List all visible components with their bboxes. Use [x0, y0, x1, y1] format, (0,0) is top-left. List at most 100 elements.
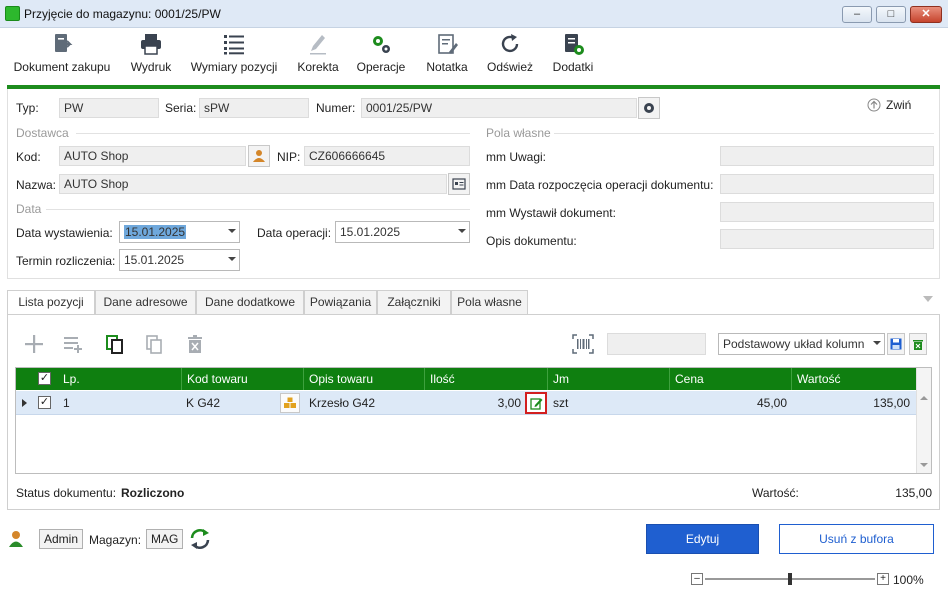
tabs-overflow-icon[interactable]	[923, 296, 933, 302]
scroll-up-icon[interactable]	[920, 396, 928, 400]
toolbar-korekta-label: Korekta	[297, 60, 339, 74]
toolbar-operacje-label: Operacje	[356, 60, 406, 74]
nazwa-card-button[interactable]	[448, 173, 470, 195]
product-lookup-button[interactable]	[280, 393, 300, 413]
data-operacji-field[interactable]: 15.01.2025	[335, 221, 470, 243]
toolbar-korekta-button[interactable]: Korekta	[292, 28, 344, 83]
numer-field[interactable]: 0001/25/PW	[361, 98, 637, 118]
kod-field[interactable]: AUTO Shop	[59, 146, 246, 166]
pole-data-rozpoczecia-field[interactable]	[720, 174, 934, 194]
cell-lp: 1	[63, 396, 70, 410]
termin-rozliczenia-field[interactable]: 15.01.2025	[119, 249, 240, 271]
numer-label: Numer:	[316, 101, 356, 115]
nazwa-field[interactable]: AUTO Shop	[59, 174, 447, 194]
zoom-slider-thumb[interactable]	[788, 573, 792, 585]
toolbar-wydruk-button[interactable]: Wydruk	[124, 28, 178, 83]
toolbar-notatka-label: Notatka	[426, 60, 468, 74]
tab-bar: Lista pozycji Dane adresowe Dane dodatko…	[7, 290, 940, 315]
zoom-in-button[interactable]: +	[877, 573, 889, 585]
column-header-cena[interactable]: Cena	[670, 368, 792, 390]
duplicate-button[interactable]	[143, 333, 165, 355]
column-header-ilosc[interactable]: Ilość	[425, 368, 548, 390]
chevron-down-icon	[458, 229, 466, 233]
list-icon	[224, 35, 244, 55]
seria-field[interactable]: sPW	[199, 98, 309, 118]
table-row[interactable]: ✓ 1 K G42 Krzesło G42 3,00 szt 45,00 135…	[16, 391, 916, 415]
chevron-up-circle-icon	[867, 98, 881, 112]
typ-field[interactable]: PW	[59, 98, 159, 118]
column-header-kod-towaru[interactable]: Kod towaru	[182, 368, 304, 390]
cell-cena: 45,00	[756, 396, 787, 410]
status-label: Status dokumentu:	[16, 486, 117, 500]
remove-from-buffer-button[interactable]: Usuń z bufora	[779, 524, 934, 554]
pole-uwagi-field[interactable]	[720, 146, 934, 166]
check-icon: ✓	[38, 396, 51, 409]
positions-grid: ✓ Lp. Kod towaru Opis towaru Ilość Jm Ce…	[15, 367, 932, 474]
delete-row-button[interactable]	[184, 333, 206, 355]
column-header-opis-towaru[interactable]: Opis towaru	[304, 368, 425, 390]
user-badge: Admin	[39, 529, 84, 549]
pole-wystawil-field[interactable]	[720, 202, 934, 222]
zoom-out-button[interactable]: –	[691, 573, 703, 585]
add-row-button[interactable]	[23, 333, 45, 355]
barcode-scan-button[interactable]	[572, 333, 594, 355]
add-multiple-button[interactable]	[62, 333, 84, 355]
chevron-down-icon	[873, 341, 881, 345]
scroll-down-icon[interactable]	[920, 463, 928, 467]
toolbar-notatka-button[interactable]: Notatka	[420, 28, 474, 83]
person-icon	[253, 150, 265, 162]
tab-lista-pozycji[interactable]: Lista pozycji	[7, 290, 95, 315]
sync-button[interactable]	[188, 527, 212, 554]
data-wystawienia-field[interactable]: 15.01.2025	[119, 221, 240, 243]
tab-powiazania[interactable]: Powiązania	[304, 290, 377, 314]
tab-pola-wlasne[interactable]: Pola własne	[451, 290, 528, 314]
toolbar-odswiez-button[interactable]: Odśwież	[482, 28, 538, 83]
edit-button[interactable]: Edytuj	[646, 524, 759, 554]
tab-dane-adresowe[interactable]: Dane adresowe	[95, 290, 196, 314]
toolbar-dodatki-button[interactable]: Dodatki	[546, 28, 600, 83]
column-layout-select[interactable]: Podstawowy układ kolumn	[718, 333, 885, 355]
grid-search-input[interactable]	[607, 333, 706, 355]
chevron-down-icon	[228, 257, 236, 261]
toolbar-odswiez-label: Odśwież	[486, 60, 533, 74]
cell-kod-towaru: K G42	[186, 396, 221, 410]
column-header-lp[interactable]: Lp.	[58, 368, 182, 390]
plus-icon	[25, 335, 43, 353]
trash-icon	[188, 335, 202, 353]
user-icon	[8, 530, 24, 551]
numer-settings-button[interactable]	[638, 97, 660, 119]
column-header-wartosc[interactable]: Wartość	[792, 368, 916, 390]
toolbar-operacje-button[interactable]: Operacje	[352, 28, 410, 83]
kod-contractor-button[interactable]	[248, 145, 270, 167]
cell-jm: szt	[553, 396, 569, 410]
minimize-button[interactable]: –	[842, 6, 872, 23]
select-all-checkbox[interactable]: ✓	[38, 372, 51, 385]
edit-quantity-button[interactable]	[525, 392, 547, 414]
document-export-icon	[55, 34, 73, 52]
nip-label: NIP:	[277, 150, 301, 164]
refresh-icon	[501, 34, 519, 53]
save-layout-button[interactable]	[887, 333, 905, 355]
copy-icon	[106, 335, 123, 354]
delete-layout-button[interactable]	[909, 333, 927, 355]
tab-zalaczniki[interactable]: Załączniki	[377, 290, 451, 314]
grid-vertical-scrollbar[interactable]	[916, 368, 931, 473]
save-icon	[890, 338, 902, 350]
row-checkbox[interactable]: ✓	[38, 396, 51, 409]
nip-field[interactable]: CZ606666645	[304, 146, 470, 166]
tab-dane-dodatkowe[interactable]: Dane dodatkowe	[196, 290, 304, 314]
toolbar-dokument-zakupu-label: Dokument zakupu	[13, 60, 111, 74]
maximize-button[interactable]: □	[876, 6, 906, 23]
close-button[interactable]: ✕	[910, 6, 942, 23]
toolbar-dokument-zakupu-button[interactable]: Dokument zakupu	[8, 28, 116, 83]
toolbar-wymiary-pozycji-label: Wymiary pozycji	[190, 60, 278, 74]
zoom-level-label: 100%	[893, 573, 924, 587]
column-layout-value: Podstawowy układ kolumn	[723, 337, 865, 351]
copy-document-button[interactable]	[104, 333, 126, 355]
column-header-jm[interactable]: Jm	[548, 368, 670, 390]
pole-opis-field[interactable]	[720, 229, 934, 249]
toolbar-wymiary-pozycji-button[interactable]: Wymiary pozycji	[186, 28, 282, 83]
title-bar: Przyjęcie do magazynu: 0001/25/PW – □ ✕	[0, 0, 948, 28]
toolbar-dodatki-label: Dodatki	[552, 60, 594, 74]
collapse-button[interactable]: Zwiń	[867, 98, 911, 112]
